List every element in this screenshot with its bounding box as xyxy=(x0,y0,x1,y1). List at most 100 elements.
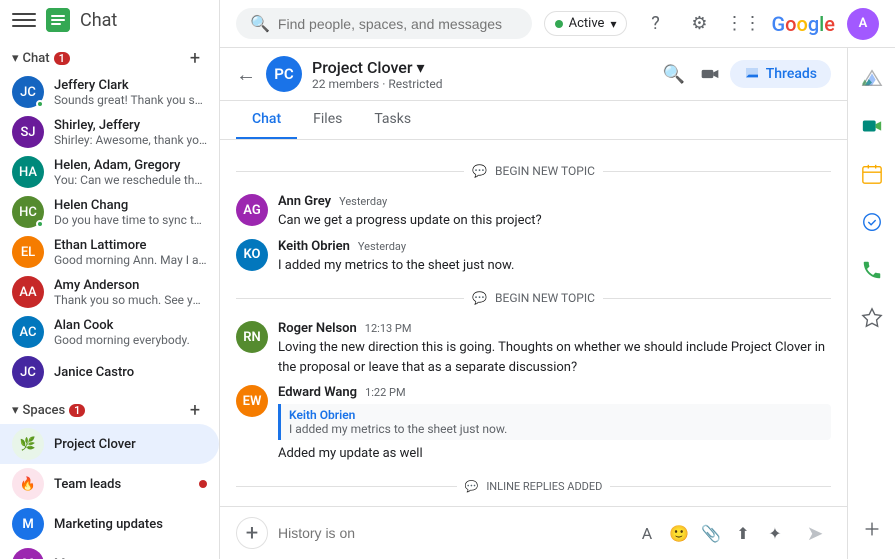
threads-button[interactable]: Threads xyxy=(730,60,831,88)
attachment-icon[interactable]: 📎 xyxy=(697,519,725,547)
google-meet-icon[interactable] xyxy=(852,106,892,146)
spaces-section-label[interactable]: ▾ Spaces 1 xyxy=(12,403,85,418)
chat-item-text-4: Helen Chang Do you have time to sync tom… xyxy=(54,198,207,227)
chat-item-7[interactable]: AC Alan Cook Good morning everybody. xyxy=(0,312,219,352)
search-bar[interactable]: 🔍 xyxy=(236,8,532,39)
app-title: Chat xyxy=(80,10,117,31)
send-button[interactable]: ➤ xyxy=(799,517,831,549)
emoji-icon[interactable]: 🙂 xyxy=(665,519,693,547)
msg-content-1: Ann Grey Yesterday Can we get a progress… xyxy=(278,194,831,231)
msg-avatar-3: RN xyxy=(236,321,268,353)
msg-header-2: Keith Obrien Yesterday xyxy=(278,239,831,254)
msg-name-4: Edward Wang xyxy=(278,385,357,400)
conv-header-icons: 🔍 Threads xyxy=(658,58,831,90)
chat-item-preview-6: Thank you so much. See you there. xyxy=(54,293,207,307)
chat-item-3[interactable]: HA Helen, Adam, Gregory You: Can we resc… xyxy=(0,152,219,192)
chat-item-name-5: Ethan Lattimore xyxy=(54,238,207,253)
msg-content-3: Roger Nelson 12:13 PM Loving the new dir… xyxy=(278,321,831,377)
chat-item-5[interactable]: EL Ethan Lattimore Good morning Ann. May… xyxy=(0,232,219,272)
app-logo xyxy=(46,8,70,32)
chat-avatar-6: AA xyxy=(12,276,44,308)
msg-time-4: 1:22 PM xyxy=(365,386,405,399)
google-drive-icon[interactable] xyxy=(852,58,892,98)
chat-avatar-4: HC xyxy=(12,196,44,228)
chat-item-preview-2: Shirley: Awesome, thank you for the... xyxy=(54,133,207,147)
msg-header-1: Ann Grey Yesterday xyxy=(278,194,831,209)
chat-item-text-8: Janice Castro xyxy=(54,365,207,380)
apps-icon[interactable]: ⋮⋮ xyxy=(727,8,759,40)
search-input[interactable] xyxy=(278,16,518,32)
inline-divider: 💬 INLINE REPLIES ADDED xyxy=(236,480,831,493)
help-icon[interactable]: ? xyxy=(639,8,671,40)
spaces-list: 🌿 Project Clover 🔥 Team leads M Marketin… xyxy=(0,424,219,559)
chat-item-1[interactable]: JC Jeffery Clark Sounds great! Thank you… xyxy=(0,72,219,112)
chat-item-6[interactable]: AA Amy Anderson Thank you so much. See y… xyxy=(0,272,219,312)
topic-divider-2: 💬 BEGIN NEW TOPIC xyxy=(236,291,831,305)
google-tasks-icon[interactable] xyxy=(852,202,892,242)
online-dot xyxy=(36,100,44,108)
more-icon[interactable]: ✦ xyxy=(761,519,789,547)
settings-icon[interactable]: ⚙ xyxy=(683,8,715,40)
topic-icon-2: 💬 xyxy=(472,291,487,305)
space-name-3: Marketing updates xyxy=(54,517,207,532)
status-pill[interactable]: Active ▾ xyxy=(544,11,628,36)
chat-item-name-7: Alan Cook xyxy=(54,318,207,333)
chat-avatar-2: SJ xyxy=(12,116,44,148)
add-space-button[interactable]: + xyxy=(183,398,207,422)
chat-item-preview-5: Good morning Ann. May I ask a question? xyxy=(54,253,207,267)
google-phone-icon[interactable] xyxy=(852,250,892,290)
add-icon[interactable] xyxy=(852,509,892,549)
tab-files[interactable]: Files xyxy=(297,101,358,139)
chat-item-preview-3: You: Can we reschedule the meeting for..… xyxy=(54,173,207,187)
chat-area: ← PC Project Clover ▾ 22 members · Restr… xyxy=(220,48,895,559)
conversation-avatar: PC xyxy=(266,56,302,92)
chat-item-preview-7: Good morning everybody. xyxy=(54,333,207,347)
status-label: Active xyxy=(569,16,605,31)
msg-content-4: Edward Wang 1:22 PM Keith Obrien I added… xyxy=(278,385,831,464)
chat-section-label[interactable]: ▾ Chat 1 xyxy=(12,51,70,66)
chat-item-name-1: Jeffery Clark xyxy=(54,78,207,93)
message-4: EW Edward Wang 1:22 PM Keith Obrien I ad… xyxy=(236,385,831,464)
upload-icon[interactable]: ⬆ xyxy=(729,519,757,547)
space-item-3[interactable]: M Marketing updates xyxy=(0,504,219,544)
msg-header-3: Roger Nelson 12:13 PM xyxy=(278,321,831,336)
chat-item-4[interactable]: HC Helen Chang Do you have time to sync … xyxy=(0,192,219,232)
conversation-panel: ← PC Project Clover ▾ 22 members · Restr… xyxy=(220,48,847,559)
input-icons: A 🙂 📎 ⬆ ✦ xyxy=(633,519,789,547)
menu-icon[interactable] xyxy=(12,8,36,32)
chat-item-2[interactable]: SJ Shirley, Jeffery Shirley: Awesome, th… xyxy=(0,112,219,152)
sidebar: Chat ▾ Chat 1 + JC Jeffery Clark Sounds … xyxy=(0,0,220,559)
tab-tasks[interactable]: Tasks xyxy=(358,101,427,139)
msg-content-2: Keith Obrien Yesterday I added my metric… xyxy=(278,239,831,276)
chat-item-8[interactable]: JC Janice Castro xyxy=(0,352,219,392)
msg-header-4: Edward Wang 1:22 PM xyxy=(278,385,831,400)
conversation-tabs: Chat Files Tasks xyxy=(220,101,847,140)
video-icon[interactable] xyxy=(694,58,726,90)
notif-dot xyxy=(199,480,207,488)
space-icon-2: 🔥 xyxy=(12,468,44,500)
space-item-4[interactable]: M Manoto xyxy=(0,544,219,559)
space-item-1[interactable]: 🌿 Project Clover xyxy=(0,424,219,464)
back-button[interactable]: ← xyxy=(236,62,256,87)
chat-avatar-7: AC xyxy=(12,316,44,348)
message-input[interactable] xyxy=(278,525,623,541)
chat-item-text-5: Ethan Lattimore Good morning Ann. May I … xyxy=(54,238,207,267)
tab-chat[interactable]: Chat xyxy=(236,101,297,139)
chat-item-preview-1: Sounds great! Thank you so much Ann! xyxy=(54,93,207,107)
add-attachment-button[interactable]: + xyxy=(236,517,268,549)
space-item-2[interactable]: 🔥 Team leads xyxy=(0,464,219,504)
message-3: RN Roger Nelson 12:13 PM Loving the new … xyxy=(236,321,831,377)
search-conversation-icon[interactable]: 🔍 xyxy=(658,58,690,90)
add-chat-button[interactable]: + xyxy=(183,46,207,70)
msg-time-3: 12:13 PM xyxy=(365,322,412,335)
google-calendar-icon[interactable] xyxy=(852,154,892,194)
quote-name: Keith Obrien xyxy=(289,408,823,422)
spaces-section-header: ▾ Spaces 1 + xyxy=(0,392,219,424)
space-icon-1: 🌿 xyxy=(12,428,44,460)
user-avatar[interactable]: A xyxy=(847,8,879,40)
space-name-2: Team leads xyxy=(54,477,189,492)
star-icon[interactable] xyxy=(852,298,892,338)
text-format-icon[interactable]: A xyxy=(633,519,661,547)
chat-item-text-6: Amy Anderson Thank you so much. See you … xyxy=(54,278,207,307)
msg-text-2: I added my metrics to the sheet just now… xyxy=(278,256,831,276)
